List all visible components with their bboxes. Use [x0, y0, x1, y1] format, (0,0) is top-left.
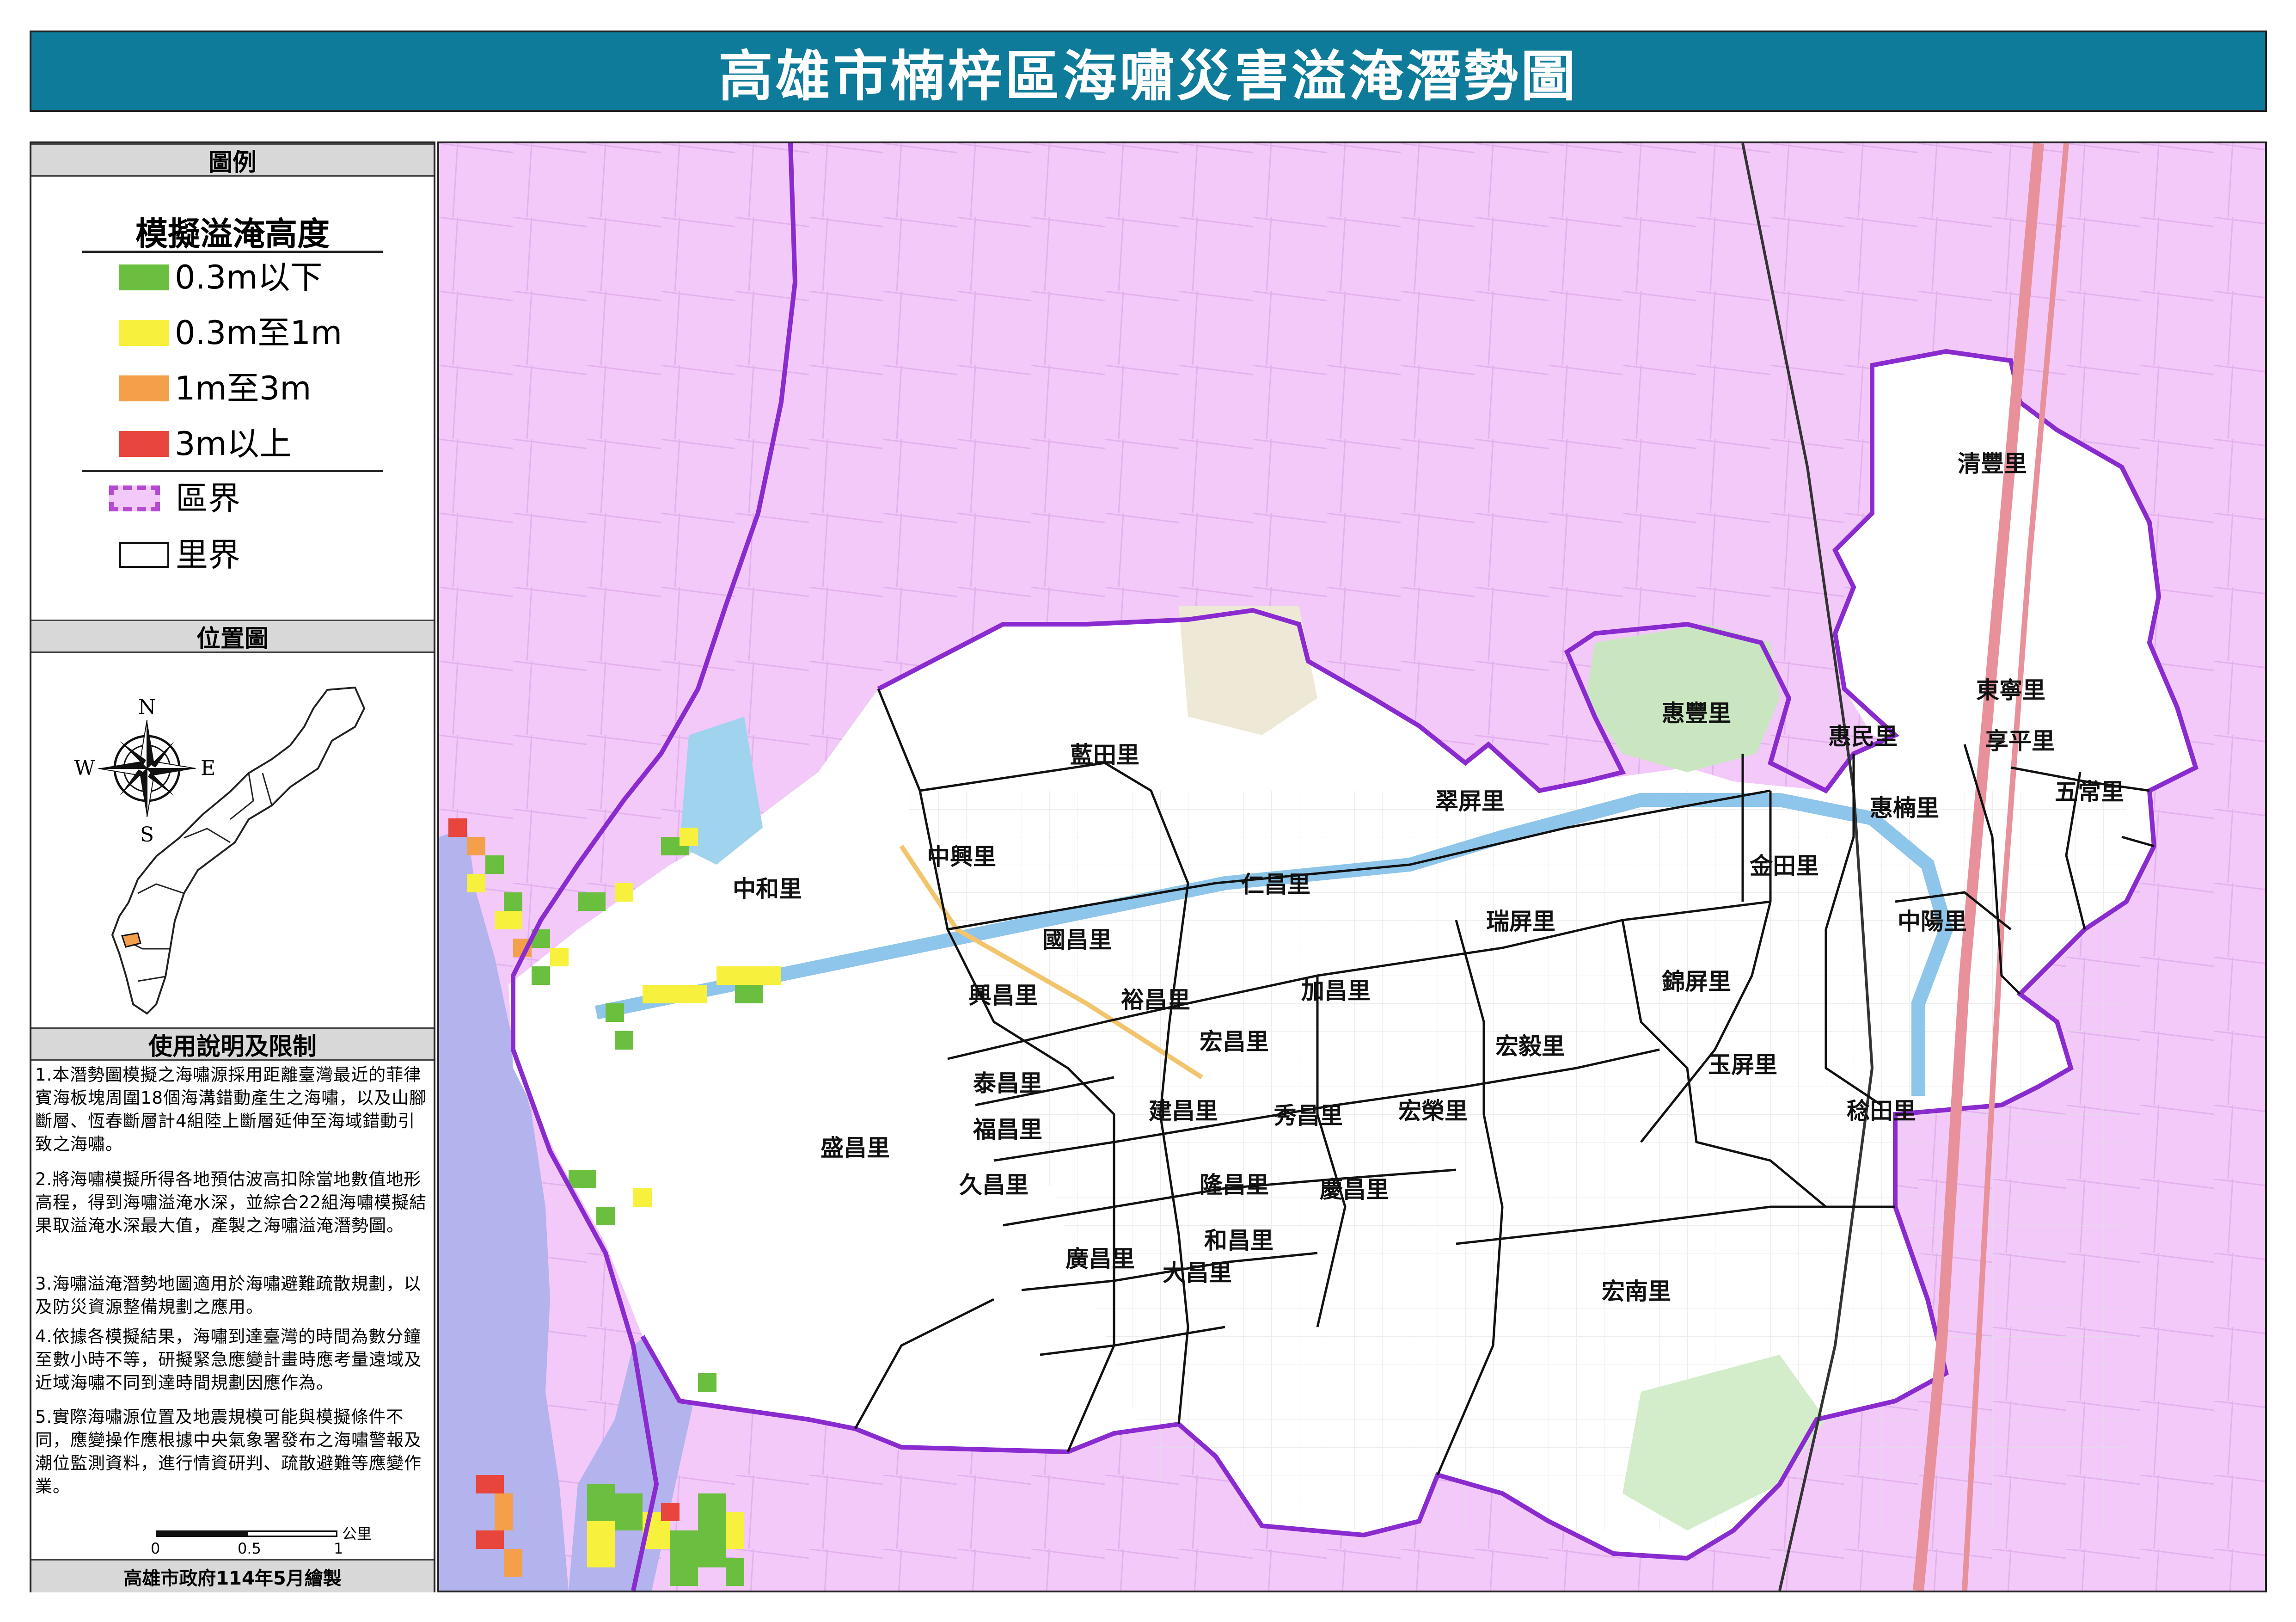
village-label: 錦屏里 [1662, 968, 1731, 995]
village-label: 泰昌里 [973, 1070, 1042, 1097]
village-label: 中和里 [733, 876, 802, 903]
village-label: 國昌里 [1042, 927, 1112, 953]
village-label: 建昌里 [1149, 1098, 1218, 1124]
village-label: 宏昌里 [1200, 1028, 1269, 1055]
village-label: 東寧里 [1976, 677, 2045, 704]
village-label: 享平里 [1985, 728, 2055, 755]
village-label: 惠豐里 [1662, 700, 1731, 727]
legend-swatch-green [119, 264, 169, 290]
legend-label: 0.3m以下 [175, 258, 323, 296]
legend-label: 里界 [176, 536, 240, 574]
footer-credit: 高雄市政府114年5月繪製 [31, 1559, 434, 1592]
left-panel: 圖例 模擬溢淹高度 0.3m以下 0.3m至1m 1m至3m 3m以上 區界 里… [30, 141, 435, 1592]
village-label: 宏榮里 [1398, 1098, 1468, 1124]
scale-unit: 公里 [342, 1525, 372, 1542]
note-item: 5.實際海嘯源位置及地震規模可能與模擬條件不同，應變操作應根據中央氣象署發布之海… [35, 1407, 422, 1496]
village-boundary-swatch [119, 542, 169, 568]
village-label: 玉屏里 [1708, 1051, 1777, 1078]
scale-tick: 0.5 [238, 1540, 261, 1557]
village-label: 秀昌里 [1273, 1102, 1343, 1129]
village-label: 清豐里 [1958, 450, 2027, 477]
village-label: 宏南里 [1602, 1278, 1671, 1305]
village-label: 裕昌里 [1121, 987, 1190, 1014]
scale-bar-black [156, 1530, 247, 1537]
scale-bar-white [247, 1530, 337, 1537]
map-area[interactable]: 清豐里 東寧里 惠豐里 惠民里 享平里 五常里 藍田里 翠屏里 惠楠里 中興里 … [437, 141, 2267, 1592]
village-label: 興昌里 [968, 982, 1038, 1009]
location-title: 位置圖 [31, 620, 434, 653]
village-label: 隆昌里 [1200, 1172, 1269, 1198]
legend-subtitle: 模擬溢淹高度 [135, 215, 330, 253]
district-boundary-swatch [109, 485, 160, 511]
notes-title: 使用說明及限制 [31, 1027, 434, 1061]
legend-swatch-orange [119, 375, 169, 401]
village-label: 翠屏里 [1435, 788, 1505, 815]
compass-w: W [74, 756, 95, 780]
legend-label: 3m以上 [175, 425, 292, 463]
legend-divider [82, 251, 383, 253]
village-label: 中陽里 [1898, 908, 1967, 935]
village-label: 仁昌里 [1241, 871, 1310, 898]
legend-divider [82, 470, 383, 472]
village-label: 瑞屏里 [1486, 908, 1555, 935]
legend-title: 圖例 [31, 143, 434, 177]
village-label: 稔田里 [1847, 1098, 1916, 1124]
village-label: 五常里 [2055, 779, 2124, 805]
location-map: N S E W [74, 686, 366, 1015]
note-item: 2.將海嘯模擬所得各地預估波高扣除當地數值地形高程，得到海嘯溢淹水深，並綜合22… [35, 1169, 427, 1235]
village-label: 藍田里 [1070, 742, 1139, 768]
map-canvas: 清豐里 東寧里 惠豐里 惠民里 享平里 五常里 藍田里 翠屏里 惠楠里 中興里 … [439, 143, 2265, 1591]
note-item: 1.本潛勢圖模擬之海嘯源採用距離臺灣最近的菲律賓海板塊周圍18個海溝錯動產生之海… [35, 1065, 427, 1154]
village-label: 盛昌里 [820, 1135, 890, 1161]
legend-label: 1m至3m [175, 369, 312, 407]
legend-label: 區界 [176, 479, 240, 517]
village-label: 福昌里 [973, 1116, 1042, 1143]
village-label: 大昌里 [1163, 1260, 1232, 1286]
legend-label: 0.3m至1m [175, 314, 343, 352]
page-title: 高雄市楠梓區海嘯災害溢淹潛勢圖 [718, 44, 1578, 108]
village-label: 廣昌里 [1065, 1246, 1135, 1272]
village-label: 慶昌里 [1320, 1176, 1389, 1203]
note-item: 3.海嘯溢淹潛勢地圖適用於海嘯避難疏散規劃，以及防災資源整備規劃之應用。 [35, 1274, 422, 1317]
village-label: 惠楠里 [1870, 795, 1939, 822]
legend-swatch-red [119, 431, 169, 457]
compass-s: S [140, 823, 154, 847]
village-label: 久昌里 [959, 1172, 1029, 1198]
village-label: 中興里 [927, 843, 996, 870]
village-label: 惠民里 [1828, 723, 1898, 750]
compass-n: N [138, 695, 156, 719]
title-bar: 高雄市楠梓區海嘯災害溢淹潛勢圖 [30, 31, 2267, 112]
village-label: 宏毅里 [1495, 1033, 1565, 1060]
village-label: 金田里 [1750, 853, 1819, 879]
village-label: 和昌里 [1204, 1227, 1274, 1254]
village-label: 加昌里 [1301, 977, 1371, 1004]
note-item: 4.依據各模擬結果，海嘯到達臺灣的時間為數分鐘至數小時不等，研擬緊急應變計畫時應… [35, 1327, 422, 1393]
compass-e: E [201, 756, 215, 780]
scale-tick: 0 [151, 1540, 160, 1557]
legend-swatch-yellow [119, 320, 169, 346]
